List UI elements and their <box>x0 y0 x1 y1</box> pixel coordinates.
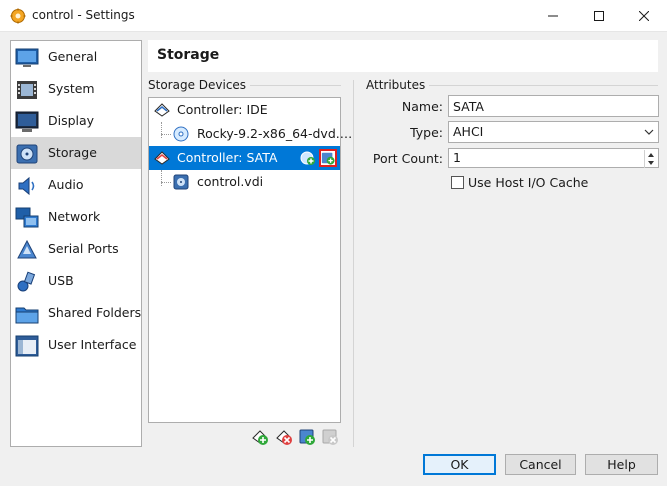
display-icon <box>15 111 39 132</box>
hard-disk-icon <box>173 174 189 190</box>
network-icon <box>15 207 39 228</box>
tree-item-hard-disk[interactable]: control.vdi <box>149 170 340 194</box>
sidebar-item-system[interactable]: System <box>11 73 141 105</box>
tree-item-controller-sata[interactable]: Controller: SATA <box>149 146 340 170</box>
sidebar-item-label: Network <box>48 209 101 224</box>
host-io-cache-checkbox[interactable] <box>451 176 464 189</box>
type-label: Type: <box>410 125 443 140</box>
virtualbox-settings-icon <box>10 8 26 24</box>
port-count-stepper[interactable] <box>644 150 657 168</box>
vertical-separator <box>353 80 354 447</box>
port-count-label: Port Count: <box>372 151 443 166</box>
close-button[interactable] <box>621 0 667 32</box>
tree-item-label: control.vdi <box>197 174 264 189</box>
tree-item-label: Controller: SATA <box>177 150 278 165</box>
ide-controller-icon <box>154 103 170 117</box>
page-header: Storage <box>148 40 658 72</box>
maximize-button[interactable] <box>576 0 622 32</box>
tree-item-controller-ide[interactable]: Controller: IDE <box>149 98 340 122</box>
usb-icon <box>17 271 36 292</box>
chevron-down-icon <box>644 129 654 135</box>
sidebar-item-label: System <box>48 81 95 96</box>
attributes-divider <box>422 85 658 86</box>
tree-item-label: Controller: IDE <box>177 102 268 117</box>
type-select[interactable]: AHCI <box>448 121 659 143</box>
storage-devices-label: Storage Devices <box>148 78 251 92</box>
optical-disc-icon <box>173 126 189 142</box>
window-title: control - Settings <box>32 8 135 22</box>
sidebar-item-label: User Interface <box>48 337 137 352</box>
add-attachment-button[interactable] <box>298 428 316 446</box>
add-hard-disk-icon <box>321 152 335 165</box>
port-count-value: 1 <box>453 150 461 165</box>
sidebar-item-label: Shared Folders <box>48 305 142 320</box>
sidebar-item-user-interface[interactable]: User Interface <box>11 329 141 361</box>
sidebar-item-label: Audio <box>48 177 84 192</box>
add-hard-disk-button[interactable] <box>319 149 337 167</box>
title-bar: control - Settings <box>0 0 667 32</box>
sidebar-item-audio[interactable]: Audio <box>11 169 141 201</box>
add-optical-drive-icon <box>300 151 315 165</box>
minimize-button[interactable] <box>530 0 576 32</box>
sidebar-item-shared-folders[interactable]: Shared Folders <box>11 297 141 329</box>
host-io-cache-label: Use Host I/O Cache <box>468 175 589 190</box>
sidebar-item-label: Display <box>48 113 95 128</box>
maximize-icon <box>594 11 604 21</box>
storage-devices-divider <box>246 85 341 86</box>
remove-controller-button[interactable] <box>275 428 293 446</box>
settings-sidebar: General System Display Storage Audio Net… <box>10 40 142 447</box>
user-interface-icon <box>15 335 39 357</box>
storage-tree[interactable]: Controller: IDE Rocky-9.2-x86_64-dvd.… C… <box>148 97 352 423</box>
sidebar-item-label: General <box>48 49 98 64</box>
sidebar-item-display[interactable]: Display <box>11 105 141 137</box>
close-icon <box>639 11 649 21</box>
serial-ports-icon <box>17 239 37 259</box>
sata-controller-icon <box>154 151 170 165</box>
sidebar-item-usb[interactable]: USB <box>11 265 141 297</box>
ok-button[interactable]: OK <box>423 454 496 475</box>
general-icon <box>15 48 39 67</box>
sidebar-item-label: USB <box>48 273 74 288</box>
sidebar-item-label: Serial Ports <box>48 241 119 256</box>
type-select-value: AHCI <box>453 124 484 139</box>
tree-item-optical-drive[interactable]: Rocky-9.2-x86_64-dvd.… <box>149 122 352 146</box>
system-icon <box>17 81 37 99</box>
sidebar-item-storage[interactable]: Storage <box>11 137 141 169</box>
sidebar-item-network[interactable]: Network <box>11 201 141 233</box>
sidebar-item-serial-ports[interactable]: Serial Ports <box>11 233 141 265</box>
add-controller-button[interactable] <box>251 428 269 446</box>
name-input[interactable] <box>448 95 659 117</box>
minimize-icon <box>548 15 558 17</box>
help-button[interactable]: Help <box>585 454 658 475</box>
name-label: Name: <box>401 99 443 114</box>
remove-attachment-button[interactable] <box>321 428 339 446</box>
sidebar-item-label: Storage <box>48 145 97 160</box>
port-count-spinbox[interactable]: 1 <box>448 148 659 168</box>
tree-item-label: Rocky-9.2-x86_64-dvd.… <box>197 126 353 141</box>
stepper-arrows-icon <box>648 153 654 165</box>
cancel-button[interactable]: Cancel <box>505 454 576 475</box>
page-title: Storage <box>157 47 220 63</box>
audio-icon <box>18 176 35 196</box>
shared-folders-icon <box>15 307 39 324</box>
attributes-label: Attributes <box>366 78 430 92</box>
add-optical-drive-button[interactable] <box>299 149 317 167</box>
sidebar-item-general[interactable]: General <box>11 41 141 73</box>
storage-icon <box>16 144 38 164</box>
